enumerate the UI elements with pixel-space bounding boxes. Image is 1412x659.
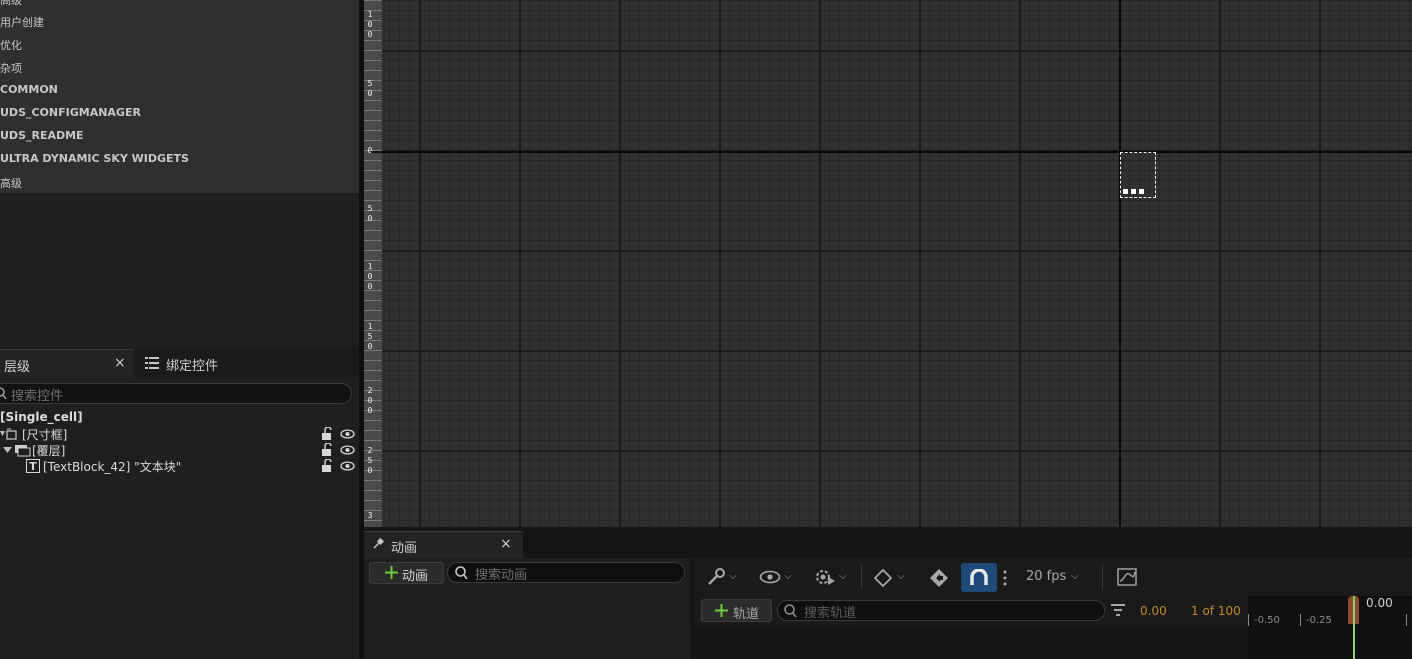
ruler-label: 2 0 0	[367, 386, 373, 415]
tab-bind-widgets[interactable]: 绑定控件	[136, 349, 296, 377]
ruler-label: 1 0 0	[367, 262, 373, 291]
row-actions	[320, 442, 356, 460]
chevron-down-icon[interactable]: ⌵	[729, 571, 737, 582]
lock-icon[interactable]	[320, 442, 334, 460]
playhead-line	[1353, 596, 1355, 659]
tick-mark	[1248, 614, 1249, 626]
tree-root[interactable]: [Single_cell]	[0, 410, 83, 424]
row-actions	[320, 426, 356, 444]
ruler-origin-tick	[371, 151, 382, 153]
palette-category[interactable]: 高级	[0, 175, 22, 191]
close-icon[interactable]: ×	[114, 355, 126, 371]
list-icon	[145, 357, 159, 372]
tick-mark	[1300, 614, 1301, 626]
visibility-eye-icon[interactable]	[340, 427, 355, 444]
widget-palette: 高级 用户创建 优化 杂项 COMMON UDS_CONFIGMANAGER U…	[0, 0, 359, 193]
tree-node-textblock[interactable]: [TextBlock_42] "文本块"	[43, 458, 181, 475]
add-track-label: 轨道	[733, 607, 760, 622]
ruler-label: 1 5 0	[367, 322, 373, 351]
ruler-label: 5 0	[367, 79, 373, 98]
visibility-eye-icon[interactable]	[340, 459, 355, 476]
textblock-icon: T	[26, 459, 40, 476]
toolbar-divider	[1102, 565, 1103, 589]
palette-category[interactable]: UDS_README	[0, 129, 84, 142]
ruler-label: 2 5 0	[367, 446, 373, 475]
add-track-button[interactable]: 轨道	[701, 599, 772, 622]
add-animation-label: 动画	[402, 569, 429, 584]
ruler-label: 3	[367, 511, 373, 520]
search-icon	[455, 566, 468, 583]
svg-text:T: T	[29, 460, 37, 473]
plus-icon	[385, 566, 398, 583]
search-placeholder: 搜索轨道	[804, 606, 857, 621]
auto-key-icon[interactable]	[928, 567, 950, 592]
ruler-label: 1 0 0	[367, 10, 373, 39]
origin-axis-vertical	[1119, 0, 1121, 527]
playback-settings-icon[interactable]	[814, 567, 836, 590]
ruler-label: 5 0	[367, 204, 373, 223]
lock-icon[interactable]	[320, 458, 334, 476]
chevron-down-icon[interactable]: ⌵	[784, 571, 792, 582]
palette-category[interactable]: 用户创建	[0, 14, 44, 30]
playhead-time: 0.00	[1366, 596, 1393, 610]
search-icon	[0, 387, 7, 403]
tab-animation[interactable]: 动画 ×	[364, 531, 523, 559]
origin-axis-horizontal	[382, 151, 1412, 153]
search-placeholder: 搜索控件	[11, 389, 64, 404]
wrench-icon[interactable]	[706, 567, 726, 590]
sizebox-icon	[5, 427, 19, 444]
filter-icon[interactable]	[1111, 604, 1125, 619]
palette-category[interactable]: COMMON	[0, 83, 58, 96]
tree-node-sizebox[interactable]: [尺寸框]	[22, 426, 67, 443]
chevron-down-icon[interactable]: ⌵	[1071, 571, 1079, 582]
row-actions	[320, 458, 356, 476]
track-search-input[interactable]: 搜索轨道	[777, 600, 1105, 621]
tab-hierarchy-label: 层级	[4, 360, 31, 375]
current-time[interactable]: 0.00	[1140, 604, 1167, 618]
palette-empty-area	[0, 193, 359, 347]
pin-icon	[372, 537, 385, 553]
tab-hierarchy[interactable]: 层级 ×	[0, 349, 134, 378]
textblock-placeholder-dots	[1123, 183, 1145, 194]
hierarchy-search-input[interactable]: 搜索控件	[0, 383, 352, 404]
plus-icon	[715, 604, 728, 621]
tree-node-overlay[interactable]: [覆层]	[32, 442, 65, 459]
toolbar-divider	[861, 565, 862, 589]
animation-search-input[interactable]: 搜索动画	[447, 562, 685, 583]
palette-category[interactable]: 杂项	[0, 60, 22, 76]
lock-icon[interactable]	[320, 426, 334, 444]
tick-label: -0.25	[1306, 615, 1332, 626]
visibility-eye-icon[interactable]	[340, 443, 355, 460]
more-options-icon[interactable]	[1003, 569, 1007, 590]
add-animation-button[interactable]: 动画	[369, 562, 444, 584]
search-icon	[784, 604, 797, 621]
chevron-down-icon[interactable]: ⌵	[897, 571, 905, 582]
designer-canvas[interactable]	[382, 0, 1412, 527]
search-placeholder: 搜索动画	[475, 568, 528, 583]
magnet-icon	[969, 568, 989, 590]
snap-magnet-toggle[interactable]	[961, 563, 997, 592]
selected-widget-outline[interactable]	[1120, 152, 1156, 198]
timeline-ruler[interactable]: -0.50 -0.25 0.00	[1248, 596, 1412, 659]
keyframe-diamond-icon[interactable]	[873, 568, 893, 591]
close-icon[interactable]: ×	[500, 536, 512, 552]
tick-mark	[1406, 614, 1407, 626]
frame-counter: 1 of 100	[1191, 604, 1241, 618]
curve-editor-icon[interactable]	[1117, 568, 1137, 589]
tick-label: -0.50	[1254, 615, 1280, 626]
fps-selector[interactable]: 20 fps	[1026, 569, 1066, 584]
tab-animation-label: 动画	[391, 541, 418, 556]
track-area	[694, 628, 1248, 659]
overlay-icon	[14, 443, 32, 460]
chevron-down-icon[interactable]: ⌵	[839, 571, 847, 582]
tab-bind-label: 绑定控件	[166, 359, 219, 374]
collapse-arrow-icon[interactable]	[3, 444, 13, 458]
palette-category[interactable]: ULTRA DYNAMIC SKY WIDGETS	[0, 152, 189, 165]
palette-category[interactable]: 高级	[0, 0, 22, 8]
palette-category[interactable]: 优化	[0, 37, 22, 53]
eye-icon[interactable]	[759, 570, 781, 587]
palette-category[interactable]: UDS_CONFIGMANAGER	[0, 106, 141, 119]
